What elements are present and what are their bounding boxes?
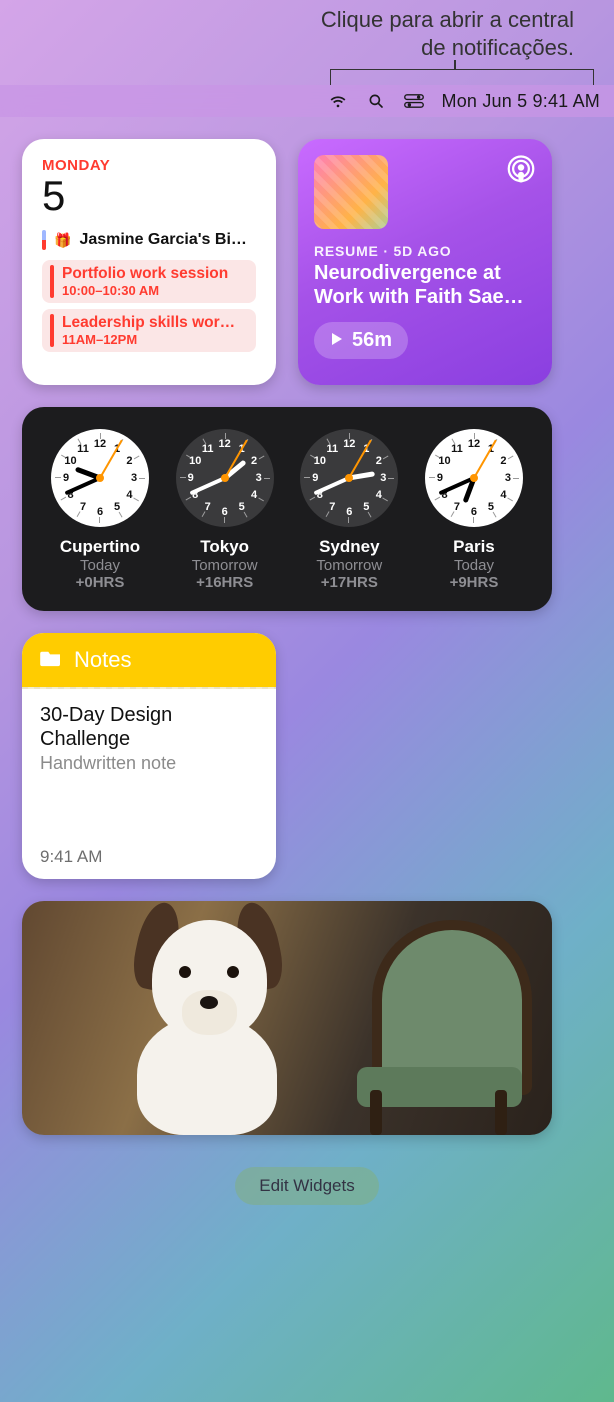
wifi-icon[interactable] — [328, 92, 348, 110]
control-center-icon[interactable] — [404, 92, 424, 110]
clock-day: Tomorrow — [192, 557, 258, 574]
photo-dog — [107, 920, 307, 1135]
clock-cupertino: 121234567891011CupertinoToday+0HRS — [40, 429, 160, 591]
podcasts-widget[interactable]: RESUME · 5D AGO Neurodivergence at Work … — [298, 139, 552, 385]
calendar-allday-row: 🎁 Jasmine Garcia's Bi… — [42, 226, 256, 254]
calendar-allday-indicator — [42, 230, 46, 250]
world-clock-widget[interactable]: 121234567891011CupertinoToday+0HRS121234… — [22, 407, 552, 611]
podcast-duration: 56m — [352, 329, 392, 352]
photos-widget[interactable] — [22, 901, 552, 1135]
birthday-icon: 🎁 — [54, 232, 71, 249]
spotlight-icon[interactable] — [366, 92, 386, 110]
calendar-event-bar — [50, 265, 54, 298]
calendar-event-bar — [50, 314, 54, 347]
clock-day: Tomorrow — [316, 557, 382, 574]
menubar-datetime[interactable]: Mon Jun 5 9:41 AM — [442, 91, 601, 112]
notes-header: Notes — [22, 633, 276, 687]
podcast-artwork — [314, 155, 388, 229]
help-callout-bracket — [330, 69, 594, 85]
help-callout-line1: Clique para abrir a central — [150, 6, 574, 34]
clock-city: Paris — [453, 537, 495, 557]
podcast-title: Neurodivergence at Work with Faith Sae… — [314, 261, 536, 310]
calendar-widget[interactable]: MONDAY 5 🎁 Jasmine Garcia's Bi… Portfoli… — [22, 139, 276, 385]
calendar-event-title: Leadership skills wor… — [62, 314, 235, 332]
clock-offset: +0HRS — [76, 574, 125, 591]
clock-day: Today — [454, 557, 494, 574]
photo-chair — [342, 915, 532, 1135]
podcasts-icon — [506, 155, 536, 190]
clock-city: Cupertino — [60, 537, 140, 557]
folder-icon — [40, 649, 62, 672]
notes-header-title: Notes — [74, 647, 131, 673]
calendar-event-time: 10:00–10:30 AM — [62, 283, 228, 298]
calendar-day-name: MONDAY — [42, 157, 256, 174]
calendar-event-title: Portfolio work session — [62, 265, 228, 283]
note-subtitle: Handwritten note — [40, 753, 258, 774]
notes-widget[interactable]: Notes 30-Day Design Challenge Handwritte… — [22, 633, 276, 879]
clock-sydney: 121234567891011SydneyTomorrow+17HRS — [289, 429, 409, 591]
menubar: Mon Jun 5 9:41 AM — [0, 85, 614, 117]
help-callout-line2: de notificações. — [150, 34, 574, 62]
clock-paris: 121234567891011ParisToday+9HRS — [414, 429, 534, 591]
clock-city: Tokyo — [200, 537, 249, 557]
podcast-play-button[interactable]: 56m — [314, 322, 408, 359]
clock-offset: +9HRS — [450, 574, 499, 591]
play-icon — [330, 329, 344, 352]
clock-city: Sydney — [319, 537, 379, 557]
podcast-meta: RESUME · 5D AGO — [314, 243, 536, 259]
calendar-event: Leadership skills wor… 11AM–12PM — [42, 309, 256, 352]
clock-day: Today — [80, 557, 120, 574]
clock-tokyo: 121234567891011TokyoTomorrow+16HRS — [165, 429, 285, 591]
edit-widgets-button[interactable]: Edit Widgets — [235, 1167, 378, 1205]
notification-center: MONDAY 5 🎁 Jasmine Garcia's Bi… Portfoli… — [0, 117, 614, 1227]
clock-offset: +16HRS — [196, 574, 253, 591]
calendar-allday-title: Jasmine Garcia's Bi… — [79, 231, 256, 249]
note-title: 30-Day Design Challenge — [40, 703, 258, 751]
clock-offset: +17HRS — [321, 574, 378, 591]
calendar-event: Portfolio work session 10:00–10:30 AM — [42, 260, 256, 303]
help-callout: Clique para abrir a central de notificaç… — [0, 0, 614, 67]
calendar-day-number: 5 — [42, 174, 256, 218]
calendar-event-time: 11AM–12PM — [62, 332, 235, 347]
note-time: 9:41 AM — [40, 847, 258, 867]
